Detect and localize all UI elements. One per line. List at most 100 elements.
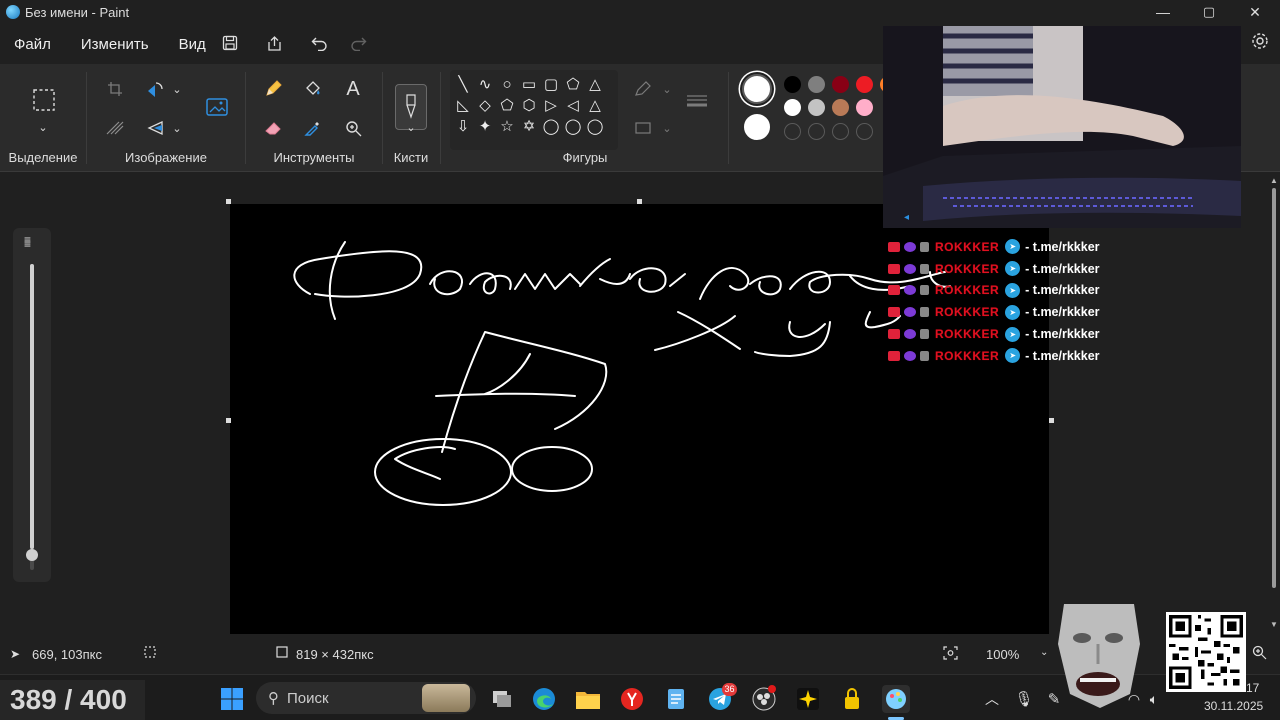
- zoom-in-icon[interactable]: [1252, 645, 1267, 663]
- share-icon[interactable]: [262, 32, 286, 54]
- chevron-down-icon[interactable]: ⌄: [30, 114, 56, 140]
- notepad-icon[interactable]: [662, 685, 690, 713]
- shape-option[interactable]: ⇩: [453, 116, 473, 136]
- redo-icon[interactable]: [346, 32, 370, 54]
- shape-option[interactable]: ✡: [519, 116, 539, 136]
- brush-size-slider[interactable]: ≡ ≡: [13, 228, 51, 582]
- taskbar-search[interactable]: ⚲ Поиск: [256, 682, 476, 714]
- line-size-icon[interactable]: [684, 89, 710, 115]
- chevron-down-icon[interactable]: ⌄: [164, 115, 190, 141]
- task-view-icon[interactable]: [488, 685, 516, 713]
- group-label-image: Изображение: [125, 150, 207, 165]
- minimize-button[interactable]: —: [1140, 0, 1186, 24]
- chevron-up-icon[interactable]: ︿: [978, 685, 1006, 713]
- speaker-icon: [920, 241, 929, 252]
- fill-icon[interactable]: [630, 115, 656, 141]
- shape-option[interactable]: ◯: [585, 116, 605, 136]
- menu-file[interactable]: Файл: [0, 36, 65, 53]
- color-swatch[interactable]: [832, 99, 849, 116]
- color-swatch[interactable]: [784, 76, 801, 93]
- custom-color-slot[interactable]: [808, 123, 825, 140]
- shape-option[interactable]: ◯: [563, 116, 583, 136]
- shape-option[interactable]: ☆: [497, 116, 517, 136]
- resize-handle[interactable]: [226, 199, 231, 204]
- selection-rect-icon[interactable]: [30, 86, 58, 114]
- shape-option[interactable]: ◺: [453, 95, 473, 115]
- color-swatch[interactable]: [808, 76, 825, 93]
- eraser-icon[interactable]: [260, 115, 286, 141]
- chevron-down-icon[interactable]: ⌄: [1040, 647, 1048, 658]
- text-tool-icon[interactable]: A: [340, 76, 366, 102]
- save-icon[interactable]: [218, 32, 242, 54]
- color-picker-icon[interactable]: [300, 115, 326, 141]
- shape-option[interactable]: ╲: [453, 74, 473, 94]
- zoom-level[interactable]: 100%: [986, 647, 1019, 662]
- color-swatch[interactable]: [784, 99, 801, 116]
- shape-option[interactable]: △: [585, 95, 605, 115]
- pencil-icon[interactable]: [260, 76, 286, 102]
- shape-option[interactable]: ◁: [563, 95, 583, 115]
- secondary-color[interactable]: [742, 112, 772, 142]
- chat-username: ROKKKER: [935, 327, 1000, 342]
- obs-icon[interactable]: [750, 685, 778, 713]
- shape-option[interactable]: ◯: [541, 116, 561, 136]
- clock-time[interactable]: 17: [1246, 681, 1259, 695]
- undo-icon[interactable]: [307, 32, 331, 54]
- slider-thumb[interactable]: [26, 549, 38, 561]
- scroll-up-icon[interactable]: ▲: [1270, 176, 1278, 185]
- resize-handle[interactable]: [226, 418, 231, 423]
- yandex-browser-icon[interactable]: [618, 685, 646, 713]
- resize-handle[interactable]: [1049, 418, 1054, 423]
- start-windows-icon[interactable]: [218, 685, 246, 713]
- scroll-down-icon[interactable]: ▼: [1270, 620, 1278, 629]
- menu-edit[interactable]: Изменить: [65, 36, 163, 53]
- shape-option[interactable]: ▷: [541, 95, 561, 115]
- shape-option[interactable]: ⬠: [563, 74, 583, 94]
- outline-icon[interactable]: [630, 76, 656, 102]
- scrollbar-thumb[interactable]: [1272, 188, 1276, 588]
- shape-option[interactable]: ✦: [475, 116, 495, 136]
- image-search-icon[interactable]: [204, 94, 230, 120]
- shape-option[interactable]: ○: [497, 74, 517, 94]
- color-swatch[interactable]: [856, 99, 873, 116]
- shape-option[interactable]: ▭: [519, 74, 539, 94]
- crop-icon[interactable]: [102, 76, 128, 102]
- chevron-down-icon[interactable]: ⌄: [654, 76, 680, 102]
- custom-color-slot[interactable]: [832, 123, 849, 140]
- color-swatch[interactable]: [832, 76, 849, 93]
- settings-icon[interactable]: [1248, 30, 1272, 52]
- chevron-down-icon[interactable]: ⌄: [398, 114, 424, 140]
- shape-option[interactable]: ▢: [541, 74, 561, 94]
- shape-option[interactable]: ⬠: [497, 95, 517, 115]
- microphone-icon[interactable]: 🎙︎: [1010, 685, 1038, 713]
- primary-color[interactable]: [742, 74, 772, 104]
- color-swatch[interactable]: [856, 76, 873, 93]
- menu-view[interactable]: Вид: [163, 36, 220, 53]
- resize-handle[interactable]: [637, 199, 642, 204]
- sparkle-app-icon[interactable]: [794, 685, 822, 713]
- fit-to-window-icon[interactable]: [943, 646, 958, 663]
- magnifier-icon[interactable]: [340, 115, 366, 141]
- file-explorer-icon[interactable]: [574, 685, 602, 713]
- telegram-icon[interactable]: 36: [706, 683, 737, 713]
- clock-date[interactable]: 30.11.2025: [1204, 699, 1263, 713]
- edge-icon[interactable]: [530, 685, 558, 713]
- shape-option[interactable]: △: [585, 74, 605, 94]
- color-swatch[interactable]: [808, 99, 825, 116]
- paint-taskbar-icon[interactable]: [882, 685, 910, 713]
- shape-option[interactable]: ⬡: [519, 95, 539, 115]
- fill-bucket-icon[interactable]: [300, 76, 326, 102]
- maximize-button[interactable]: ▢: [1186, 0, 1232, 24]
- chevron-down-icon[interactable]: ⌄: [654, 115, 680, 141]
- group-label-tools: Инструменты: [273, 150, 355, 165]
- lock-app-icon[interactable]: [838, 685, 866, 713]
- star-badge-icon: [904, 241, 916, 252]
- custom-color-slot[interactable]: [856, 123, 873, 140]
- vertical-scrollbar[interactable]: ▲ ▼: [1268, 172, 1280, 634]
- shape-option[interactable]: ∿: [475, 74, 495, 94]
- close-button[interactable]: ✕: [1232, 0, 1278, 24]
- custom-color-slot[interactable]: [784, 123, 801, 140]
- chevron-down-icon[interactable]: ⌄: [164, 76, 190, 102]
- shape-option[interactable]: ◇: [475, 95, 495, 115]
- resize-icon[interactable]: [102, 115, 128, 141]
